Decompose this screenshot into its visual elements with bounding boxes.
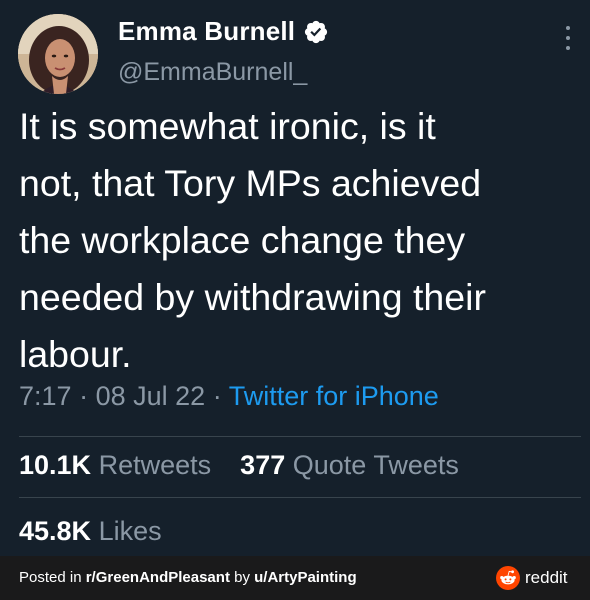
- verified-badge-icon: [303, 19, 329, 45]
- meta-separator: ·: [212, 381, 222, 411]
- tweet-source-link[interactable]: Twitter for iPhone: [229, 381, 439, 411]
- tweet-date[interactable]: 08 Jul 22: [96, 381, 206, 411]
- author-handle[interactable]: @EmmaBurnell_: [118, 58, 307, 87]
- more-vertical-icon[interactable]: [558, 24, 578, 52]
- retweets-count: 10.1K: [19, 450, 92, 480]
- divider: [19, 497, 581, 498]
- quote-tweets-label: Quote Tweets: [292, 450, 459, 480]
- divider: [19, 436, 581, 437]
- meta-separator: ·: [79, 381, 89, 411]
- user-link[interactable]: u/ArtyPainting: [254, 569, 357, 586]
- tweet-meta: 7:17 · 08 Jul 22 · Twitter for iPhone: [19, 381, 439, 412]
- likes-count: 45.8K: [19, 516, 92, 546]
- reddit-brand[interactable]: reddit: [496, 566, 568, 590]
- likes-label: Likes: [98, 516, 162, 546]
- quote-tweets-count: 377: [240, 450, 286, 480]
- by-label: by: [229, 569, 255, 586]
- reddit-wordmark: reddit: [525, 568, 568, 587]
- tweet-time[interactable]: 7:17: [19, 381, 72, 411]
- likes-stat[interactable]: 45.8K Likes: [19, 516, 162, 547]
- avatar[interactable]: [18, 14, 98, 94]
- posted-in-text: Posted in r/GreenAndPleasant by u/ArtyPa…: [19, 569, 357, 586]
- avatar-photo: [18, 14, 98, 94]
- tweet-text: It is somewhat ironic, is it not, that T…: [19, 105, 486, 375]
- retweets-label: Retweets: [98, 450, 212, 480]
- subreddit-link[interactable]: r/GreenAndPleasant: [86, 569, 230, 586]
- author-name-row: Emma Burnell: [118, 16, 329, 47]
- tweet-card: Emma Burnell @EmmaBurnell_ It is somewha…: [0, 0, 590, 556]
- retweets-stat[interactable]: 10.1K Retweets: [19, 450, 219, 480]
- reddit-alien-icon: [496, 566, 520, 590]
- posted-in-label: Posted in: [19, 569, 86, 586]
- engagement-stats: 10.1K Retweets 377 Quote Tweets: [19, 450, 459, 481]
- reddit-footer: Posted in r/GreenAndPleasant by u/ArtyPa…: [0, 556, 590, 600]
- quote-tweets-stat[interactable]: 377 Quote Tweets: [240, 450, 459, 480]
- author-display-name[interactable]: Emma Burnell: [118, 16, 295, 47]
